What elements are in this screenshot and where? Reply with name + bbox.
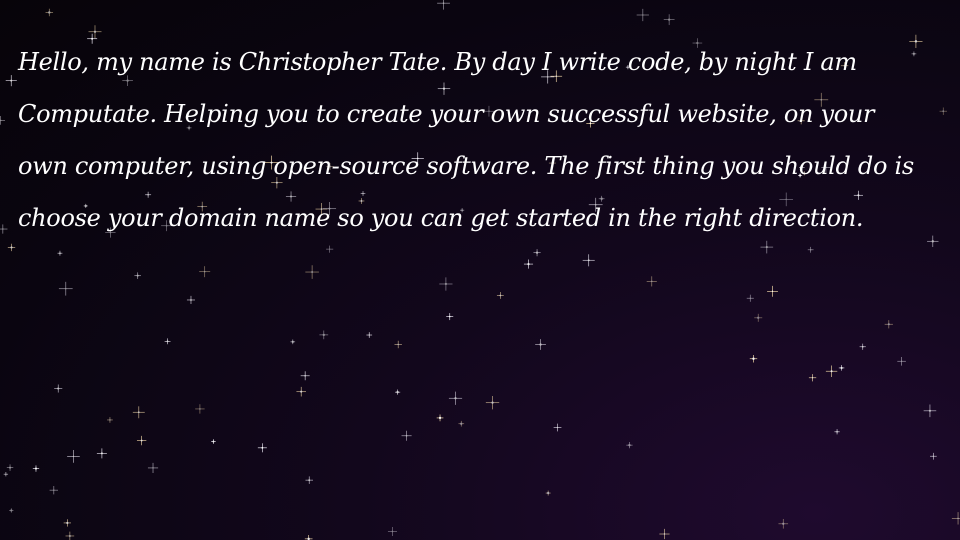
star	[134, 272, 141, 279]
star	[458, 420, 465, 427]
star	[107, 417, 113, 423]
star	[749, 355, 758, 363]
star	[778, 518, 789, 529]
star	[394, 389, 401, 395]
star	[746, 294, 754, 302]
star	[838, 365, 845, 371]
star	[767, 285, 778, 297]
star	[3, 472, 9, 477]
star	[387, 526, 397, 536]
star	[58, 281, 73, 296]
star	[6, 464, 14, 471]
star	[859, 343, 866, 350]
star	[394, 340, 402, 349]
star	[136, 435, 147, 446]
star	[199, 266, 211, 278]
star	[7, 243, 16, 252]
intro-line: Computate. Helping you to create your ow…	[18, 100, 875, 128]
star	[582, 254, 595, 267]
star	[54, 384, 63, 393]
star	[533, 249, 541, 257]
star	[553, 423, 562, 432]
star	[535, 339, 546, 350]
star	[63, 519, 71, 527]
star	[545, 490, 551, 496]
star	[496, 292, 504, 299]
star	[439, 277, 453, 291]
star	[211, 439, 216, 444]
star	[825, 365, 838, 377]
star	[754, 313, 763, 322]
star	[626, 442, 633, 449]
star	[834, 429, 840, 435]
star	[884, 320, 893, 329]
star	[164, 338, 171, 345]
star	[319, 330, 329, 340]
star	[808, 374, 817, 382]
star	[57, 250, 63, 256]
star	[257, 443, 267, 453]
star	[436, 414, 444, 422]
star	[5, 75, 17, 87]
star	[147, 462, 159, 474]
star	[448, 391, 463, 405]
star	[401, 430, 412, 441]
star	[437, 0, 450, 10]
star	[0, 115, 6, 125]
star	[32, 465, 40, 472]
star	[49, 485, 58, 495]
star	[326, 245, 334, 253]
star	[305, 265, 319, 279]
star	[523, 259, 534, 269]
star	[300, 371, 310, 381]
star	[296, 386, 307, 397]
star	[304, 535, 313, 540]
star	[930, 452, 937, 460]
intro-line: Hello, my name is Christopher Tate. By d…	[18, 48, 857, 76]
intro-line: own computer, using open-source software…	[18, 152, 914, 180]
star	[663, 14, 675, 26]
star	[65, 531, 75, 540]
star	[67, 450, 80, 463]
star	[923, 404, 937, 418]
star	[305, 476, 313, 484]
star	[290, 339, 296, 345]
star	[646, 276, 657, 287]
star	[132, 406, 145, 419]
star	[0, 224, 8, 234]
star	[9, 508, 14, 513]
intro-paragraph: Hello, my name is Christopher Tate. By d…	[18, 36, 948, 244]
star	[45, 8, 54, 17]
star	[446, 313, 454, 321]
star	[96, 448, 107, 459]
star	[485, 395, 500, 410]
star	[951, 512, 960, 525]
star	[659, 528, 670, 540]
intro-line: choose your domain name so you can get s…	[18, 204, 864, 232]
star	[636, 8, 649, 22]
star	[366, 332, 373, 338]
star	[195, 404, 205, 414]
star	[807, 246, 814, 253]
star	[897, 356, 906, 366]
star	[186, 295, 196, 305]
